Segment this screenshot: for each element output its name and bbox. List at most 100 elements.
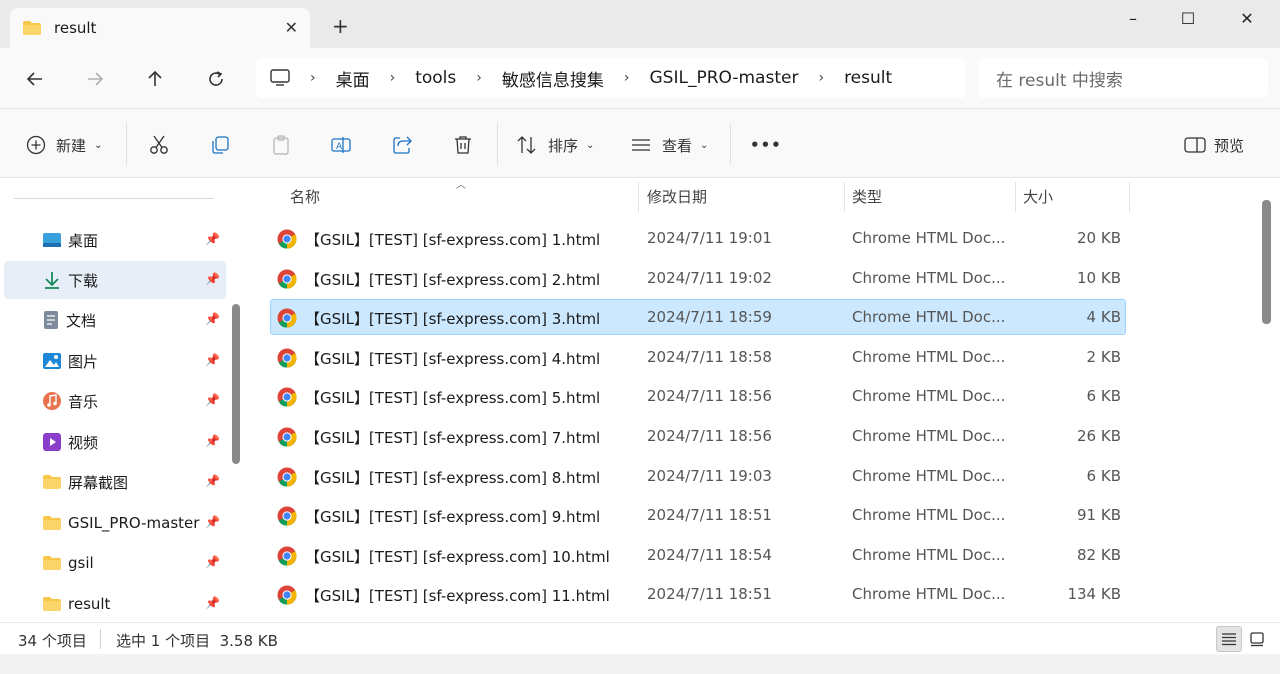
file-row[interactable]: 【GSIL】[TEST] [sf-express.com] 1.html 2024… bbox=[270, 220, 1126, 256]
file-list-scrollbar-thumb[interactable] bbox=[1262, 200, 1271, 324]
preview-button[interactable]: 预览 bbox=[1184, 131, 1244, 159]
copy-button[interactable] bbox=[209, 131, 231, 159]
column-header-name[interactable]: 名称 bbox=[290, 178, 320, 214]
pin-icon[interactable]: 📌 bbox=[205, 434, 220, 448]
sidebar-item-downloads[interactable]: 下载 📌 bbox=[4, 261, 226, 299]
column-header-type[interactable]: 类型 bbox=[852, 178, 882, 214]
sidebar-item-pictures[interactable]: 图片 📌 bbox=[4, 342, 226, 380]
column-divider[interactable] bbox=[638, 182, 639, 212]
pin-icon[interactable]: 📌 bbox=[205, 515, 220, 529]
sidebar-item-label: 下载 bbox=[68, 271, 99, 290]
pin-icon[interactable]: 📌 bbox=[205, 232, 220, 246]
more-options-button[interactable]: ••• bbox=[750, 131, 782, 159]
file-row[interactable]: 【GSIL】[TEST] [sf-express.com] 11.html 202… bbox=[270, 576, 1126, 612]
file-row[interactable]: 【GSIL】[TEST] [sf-express.com] 10.html 202… bbox=[270, 537, 1126, 573]
details-view-button[interactable] bbox=[1216, 626, 1242, 652]
address-bar[interactable]: › 桌面 › tools › 敏感信息搜集 › GSIL_PRO-master … bbox=[256, 58, 966, 98]
breadcrumb-gsil-pro-master[interactable]: GSIL_PRO-master bbox=[650, 68, 799, 88]
file-size: 82 KB bbox=[1077, 545, 1121, 564]
breadcrumb-separator[interactable]: › bbox=[390, 70, 396, 86]
refresh-button[interactable] bbox=[199, 62, 233, 96]
folder-icon bbox=[43, 556, 61, 570]
breadcrumb-tools[interactable]: tools bbox=[415, 68, 456, 88]
file-name: 【GSIL】[TEST] [sf-express.com] 2.html bbox=[305, 270, 601, 289]
close-tab-icon[interactable]: ✕ bbox=[285, 18, 298, 37]
file-name: 【GSIL】[TEST] [sf-express.com] 4.html bbox=[305, 349, 601, 368]
sidebar-scrollbar-thumb[interactable] bbox=[232, 304, 240, 464]
breadcrumb-desktop[interactable]: 桌面 bbox=[336, 66, 370, 91]
chrome-html-icon bbox=[277, 269, 297, 289]
breadcrumb-separator[interactable]: › bbox=[624, 70, 630, 86]
column-divider[interactable] bbox=[1129, 182, 1130, 212]
pin-icon[interactable]: 📌 bbox=[205, 272, 220, 286]
up-button[interactable] bbox=[138, 62, 172, 96]
breadcrumb-result[interactable]: result bbox=[844, 68, 892, 88]
tiles-view-button[interactable] bbox=[1244, 626, 1270, 652]
plus-circle-icon bbox=[26, 135, 46, 155]
rename-button[interactable]: A bbox=[330, 131, 352, 159]
file-row[interactable]: 【GSIL】[TEST] [sf-express.com] 3.html 2024… bbox=[270, 299, 1126, 336]
pin-icon[interactable]: 📌 bbox=[205, 555, 220, 569]
download-icon bbox=[45, 272, 59, 289]
pin-icon[interactable]: 📌 bbox=[205, 312, 220, 326]
file-row[interactable]: 【GSIL】[TEST] [sf-express.com] 7.html 2024… bbox=[270, 418, 1126, 454]
toolbar-divider bbox=[497, 123, 498, 165]
column-header-size[interactable]: 大小 bbox=[1023, 178, 1053, 214]
sidebar-item-label: 视频 bbox=[68, 433, 99, 452]
breadcrumb-info-collection[interactable]: 敏感信息搜集 bbox=[502, 66, 604, 91]
delete-button[interactable] bbox=[452, 131, 474, 159]
video-icon bbox=[43, 433, 61, 451]
sidebar-item-screenshots[interactable]: 屏幕截图 📌 bbox=[4, 463, 226, 501]
file-date: 2024/7/11 19:02 bbox=[647, 268, 772, 287]
view-button[interactable]: 查看 ⌄ bbox=[630, 131, 708, 159]
file-list: ︿ 名称 修改日期 类型 大小 【GSIL】[TEST] [sf-express… bbox=[246, 178, 1280, 622]
sidebar-item-videos[interactable]: 视频 📌 bbox=[4, 423, 226, 461]
file-row[interactable]: 【GSIL】[TEST] [sf-express.com] 5.html 2024… bbox=[270, 378, 1126, 414]
share-icon bbox=[393, 136, 412, 154]
tab-result[interactable]: result ✕ bbox=[10, 8, 310, 48]
sidebar-item-result[interactable]: result 📌 bbox=[4, 585, 226, 623]
pin-icon[interactable]: 📌 bbox=[205, 393, 220, 407]
preview-pane-icon bbox=[1184, 137, 1206, 153]
file-date: 2024/7/11 19:03 bbox=[647, 466, 772, 485]
breadcrumb-separator[interactable]: › bbox=[818, 70, 824, 86]
file-row[interactable]: 【GSIL】[TEST] [sf-express.com] 4.html 2024… bbox=[270, 339, 1126, 375]
cut-button[interactable] bbox=[148, 131, 170, 159]
file-row[interactable]: 【GSIL】[TEST] [sf-express.com] 2.html 2024… bbox=[270, 260, 1126, 296]
paste-button[interactable] bbox=[270, 131, 292, 159]
sidebar-item-label: 屏幕截图 bbox=[68, 473, 129, 492]
pin-icon[interactable]: 📌 bbox=[205, 474, 220, 488]
close-window-button[interactable]: ✕ bbox=[1224, 4, 1270, 32]
file-row[interactable]: 【GSIL】[TEST] [sf-express.com] 9.html 2024… bbox=[270, 497, 1126, 533]
sidebar-item-gsil[interactable]: gsil 📌 bbox=[4, 544, 226, 582]
pin-icon[interactable]: 📌 bbox=[205, 353, 220, 367]
column-header-date[interactable]: 修改日期 bbox=[647, 178, 707, 214]
file-name: 【GSIL】[TEST] [sf-express.com] 7.html bbox=[305, 429, 601, 447]
svg-text:A: A bbox=[336, 142, 343, 152]
column-divider[interactable] bbox=[1015, 182, 1016, 212]
minimize-button[interactable]: – bbox=[1110, 4, 1156, 32]
toolbar-divider bbox=[730, 123, 731, 165]
column-divider[interactable] bbox=[844, 182, 845, 212]
forward-button[interactable] bbox=[78, 62, 112, 96]
document-icon bbox=[44, 311, 58, 329]
share-button[interactable] bbox=[391, 131, 413, 159]
sidebar-item-desktop[interactable]: 桌面 📌 bbox=[4, 221, 226, 259]
file-size: 91 KB bbox=[1077, 506, 1121, 525]
sidebar-item-gsil-pro-master[interactable]: GSIL_PRO-master 📌 bbox=[4, 504, 226, 542]
maximize-button[interactable]: ☐ bbox=[1165, 4, 1211, 32]
sort-button[interactable]: 排序 ⌄ bbox=[516, 131, 594, 159]
sidebar-item-documents[interactable]: 文档 📌 bbox=[4, 301, 226, 339]
search-input[interactable]: 在 result 中搜索 bbox=[978, 58, 1268, 98]
chrome-html-icon bbox=[277, 308, 297, 328]
breadcrumb-separator[interactable]: › bbox=[476, 70, 482, 86]
pin-icon[interactable]: 📌 bbox=[205, 596, 220, 610]
sidebar-item-music[interactable]: 音乐 📌 bbox=[4, 382, 226, 420]
new-button[interactable]: 新建 ⌄ bbox=[26, 131, 102, 159]
file-date: 2024/7/11 18:51 bbox=[647, 506, 772, 525]
window-bottom bbox=[0, 654, 1280, 674]
item-count: 34 个项目 bbox=[18, 632, 87, 650]
back-button[interactable] bbox=[18, 62, 52, 96]
new-tab-button[interactable]: + bbox=[332, 14, 349, 38]
file-row[interactable]: 【GSIL】[TEST] [sf-express.com] 8.html 2024… bbox=[270, 458, 1126, 494]
